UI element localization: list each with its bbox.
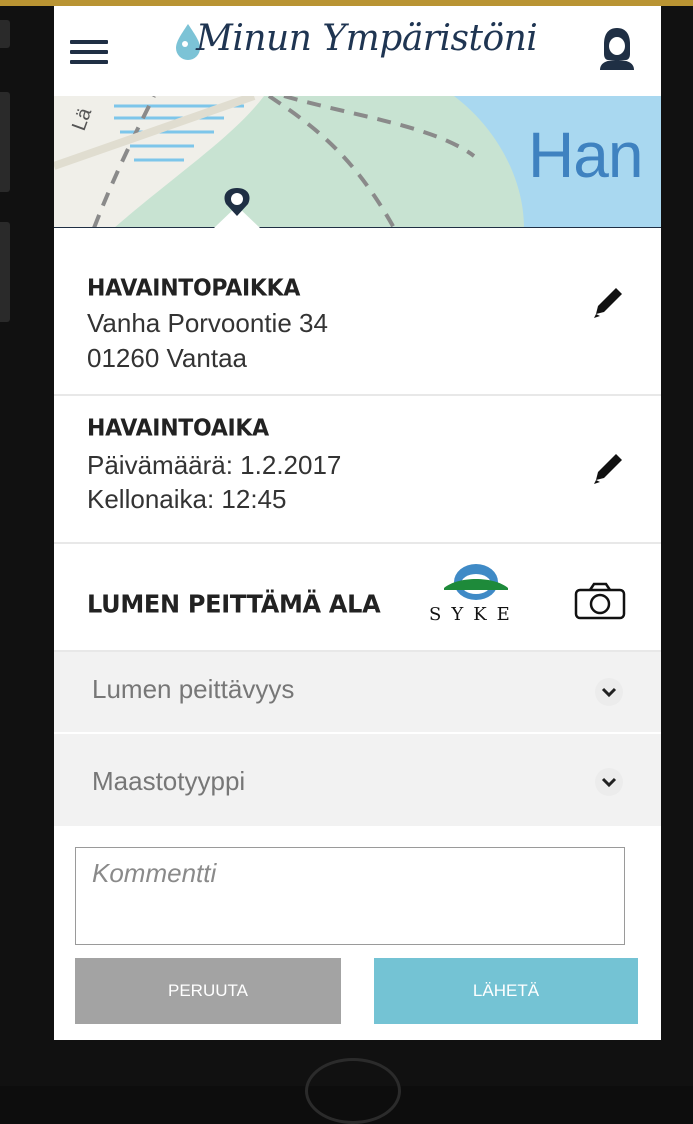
camera-icon[interactable] bbox=[574, 582, 626, 620]
map-pin-icon bbox=[214, 188, 260, 228]
comment-placeholder: Kommentti bbox=[92, 858, 217, 888]
observation-section: LUMEN PEITTÄMÄ ALA bbox=[54, 544, 661, 650]
app-screen: Minun Ympäristöni Lä Han HAVAINTOPAIKKA … bbox=[54, 6, 661, 1040]
syke-logo-text: SYKE bbox=[429, 604, 520, 625]
app-header: Minun Ympäristöni bbox=[54, 6, 661, 96]
location-address: Vanha Porvoontie 34 bbox=[87, 308, 328, 338]
hamburger-icon[interactable] bbox=[70, 36, 110, 66]
home-button bbox=[305, 1058, 401, 1124]
side-button bbox=[0, 20, 10, 48]
snow-coverage-placeholder: Lumen peittävyys bbox=[92, 674, 295, 704]
map-view[interactable]: Lä Han bbox=[54, 96, 661, 228]
time-value: Kellonaika: 12:45 bbox=[87, 484, 287, 514]
cancel-button[interactable]: PERUUTA bbox=[75, 958, 341, 1024]
terrain-type-select[interactable]: Maastotyyppi bbox=[54, 734, 661, 826]
chevron-down-icon bbox=[595, 678, 623, 706]
snow-coverage-select[interactable]: Lumen peittävyys bbox=[54, 652, 661, 732]
date-value: Päivämäärä: 1.2.2017 bbox=[87, 450, 342, 480]
location-postcode: 01260 Vantaa bbox=[87, 343, 247, 373]
time-heading: HAVAINTOAIKA bbox=[87, 415, 269, 442]
comment-textarea[interactable]: Kommentti bbox=[75, 847, 625, 945]
send-button[interactable]: LÄHETÄ bbox=[374, 958, 638, 1024]
side-button bbox=[0, 92, 10, 192]
map-place-label: Han bbox=[528, 119, 643, 191]
terrain-type-placeholder: Maastotyyppi bbox=[92, 766, 246, 796]
chevron-down-icon bbox=[595, 768, 623, 796]
location-section: HAVAINTOPAIKKA Vanha Porvoontie 34 01260… bbox=[54, 228, 661, 394]
time-section: HAVAINTOAIKA Päivämäärä: 1.2.2017 Kellon… bbox=[54, 396, 661, 542]
phone-frame: Minun Ympäristöni Lä Han HAVAINTOPAIKKA … bbox=[0, 0, 693, 1124]
user-avatar-icon[interactable] bbox=[594, 24, 640, 72]
edit-location-pencil-icon[interactable] bbox=[590, 284, 626, 322]
edit-time-pencil-icon[interactable] bbox=[590, 450, 626, 488]
app-title: Minun Ympäristöni bbox=[196, 18, 538, 59]
side-button bbox=[0, 222, 10, 322]
location-heading: HAVAINTOPAIKKA bbox=[87, 275, 301, 302]
observation-heading: LUMEN PEITTÄMÄ ALA bbox=[87, 589, 381, 619]
